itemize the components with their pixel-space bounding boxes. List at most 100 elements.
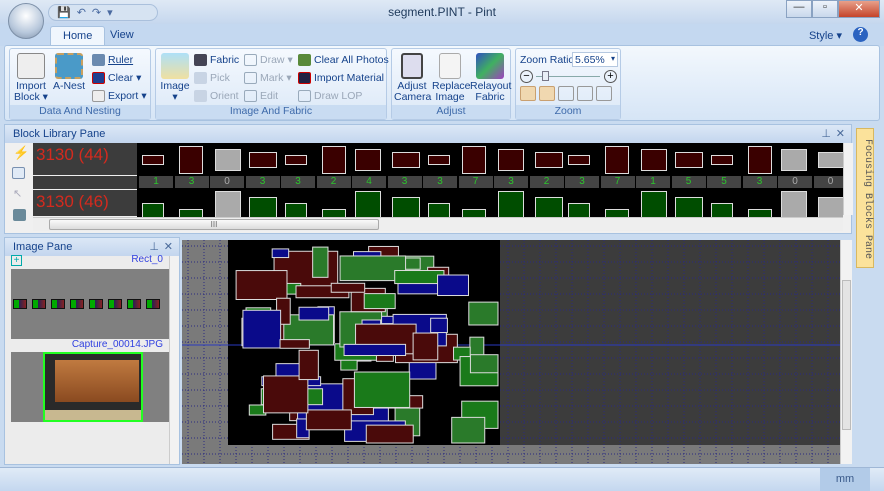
rect-thumbnail[interactable] <box>11 269 169 339</box>
capture-thumbnail[interactable] <box>11 352 169 422</box>
block-piece[interactable] <box>461 146 486 174</box>
edit-icon <box>244 90 257 102</box>
block-piece[interactable] <box>641 191 667 219</box>
nesting-canvas[interactable] <box>182 240 840 464</box>
block-piece[interactable] <box>534 197 563 219</box>
zoom-in-window-icon[interactable] <box>520 86 536 101</box>
block-tool-icon[interactable] <box>13 209 26 221</box>
clear-all-photos-button[interactable]: Clear All Photos <box>298 54 389 66</box>
pointer-disabled-icon[interactable]: ↖ <box>13 187 22 200</box>
block-piece[interactable] <box>391 152 420 168</box>
block-piece[interactable] <box>817 152 843 168</box>
replace-image-button[interactable]: Replace Image <box>432 53 471 103</box>
zoom-ratio-select[interactable]: 5.65% ▾ <box>572 52 618 67</box>
application-menu-button[interactable] <box>8 3 44 39</box>
block-piece[interactable] <box>355 191 381 219</box>
close-button[interactable]: ✕ <box>838 0 880 18</box>
close-pane-icon[interactable]: ✕ <box>164 240 173 253</box>
help-icon[interactable]: ? <box>853 27 868 42</box>
vertical-scrollbar[interactable] <box>843 143 853 215</box>
block-piece[interactable] <box>498 149 524 171</box>
vertical-scrollbar[interactable] <box>169 256 179 464</box>
block-piece[interactable] <box>215 191 241 219</box>
block-piece[interactable] <box>428 155 450 165</box>
pin-icon[interactable]: ⊥ <box>149 240 159 253</box>
draw-lop-button[interactable]: Draw LOP <box>298 90 362 102</box>
block-piece[interactable] <box>321 146 346 174</box>
block-piece[interactable] <box>674 197 703 219</box>
import-material-button[interactable]: Import Material <box>298 72 384 84</box>
pin-icon[interactable]: ⊥ <box>821 127 831 140</box>
canvas-vertical-scrollbar[interactable] <box>840 240 852 464</box>
nested-piece <box>451 416 486 444</box>
tab-view[interactable]: View <box>98 26 146 46</box>
block-piece[interactable] <box>817 197 843 219</box>
rect-thumb[interactable] <box>70 299 84 309</box>
a-nest-button[interactable]: A-Nest <box>52 53 86 92</box>
undo-icon[interactable]: ↶ <box>77 6 86 19</box>
maximize-button[interactable]: ▫ <box>812 0 838 18</box>
block-piece[interactable] <box>604 146 629 174</box>
rect-thumb[interactable] <box>89 299 103 309</box>
redo-icon[interactable]: ↷ <box>92 6 101 19</box>
minimize-button[interactable]: — <box>786 0 812 18</box>
block-piece[interactable] <box>178 146 203 174</box>
block-piece[interactable] <box>534 152 563 168</box>
block-piece[interactable] <box>711 155 733 165</box>
customize-icon[interactable]: ▾ <box>107 6 113 19</box>
zoom-fit-icon[interactable] <box>577 86 593 101</box>
scroll-thumb[interactable]: III <box>49 219 379 230</box>
orient-button[interactable]: Orient <box>194 90 239 102</box>
lightning-icon[interactable]: ⚡ <box>13 145 29 161</box>
relayout-fabric-button[interactable]: Relayout Fabric <box>470 53 511 103</box>
adjust-camera-button[interactable]: Adjust Camera <box>394 53 431 103</box>
block-piece[interactable] <box>674 152 703 168</box>
block-piece[interactable] <box>215 149 241 171</box>
rect-thumb[interactable] <box>32 299 46 309</box>
edit-button[interactable]: Edit <box>244 90 278 102</box>
mark-icon <box>244 72 257 84</box>
horizontal-scrollbar[interactable]: III <box>33 217 843 231</box>
plt-dxf-icon <box>17 53 45 79</box>
nested-piece <box>242 309 282 349</box>
style-menu[interactable]: Style ▾ <box>809 29 842 42</box>
block-piece[interactable] <box>568 155 590 165</box>
save-icon[interactable]: 💾 <box>57 6 71 19</box>
mark-button[interactable]: Mark ▾ <box>244 72 292 84</box>
zoom-in-icon[interactable]: + <box>604 70 617 83</box>
block-piece[interactable] <box>781 149 807 171</box>
block-piece[interactable] <box>781 191 807 219</box>
ribbon-tabs: Home View Style ▾ ? <box>0 24 884 46</box>
pick-button[interactable]: Pick <box>194 72 230 84</box>
sort-icon[interactable] <box>12 167 25 179</box>
expand-icon[interactable]: + <box>11 255 22 266</box>
zoom-pan-icon[interactable] <box>596 86 612 101</box>
block-piece[interactable] <box>641 149 667 171</box>
zoom-actual-size-icon[interactable] <box>558 86 574 101</box>
block-piece[interactable] <box>285 155 307 165</box>
rect-thumb[interactable] <box>108 299 122 309</box>
import-block-button[interactable]: Import Block ▾ <box>14 53 48 103</box>
zoom-out-icon[interactable]: − <box>520 70 533 83</box>
zoom-out-window-icon[interactable] <box>539 86 555 101</box>
block-piece[interactable] <box>498 191 524 219</box>
export-button[interactable]: Export ▾ <box>92 90 147 102</box>
image-button[interactable]: Image ▾ <box>159 53 191 103</box>
draw-button[interactable]: Draw ▾ <box>244 54 293 66</box>
focusing-blocks-pane-tab[interactable]: Focusing Blocks Pane <box>856 128 874 268</box>
block-piece[interactable] <box>355 149 381 171</box>
block-piece[interactable] <box>248 197 277 219</box>
block-piece[interactable] <box>248 152 277 168</box>
zoom-slider-thumb[interactable] <box>542 71 549 81</box>
ruler-button[interactable]: Ruler <box>92 54 133 66</box>
rect-thumb[interactable] <box>13 299 27 309</box>
clear-button[interactable]: Clear ▾ <box>92 72 141 84</box>
block-piece[interactable] <box>391 197 420 219</box>
rect-thumb[interactable] <box>127 299 141 309</box>
rect-thumb[interactable] <box>146 299 160 309</box>
rect-thumb[interactable] <box>51 299 65 309</box>
block-piece[interactable] <box>747 146 772 174</box>
fabric-button[interactable]: Fabric <box>194 54 239 66</box>
close-pane-icon[interactable]: ✕ <box>836 127 845 140</box>
block-piece[interactable] <box>142 155 164 165</box>
